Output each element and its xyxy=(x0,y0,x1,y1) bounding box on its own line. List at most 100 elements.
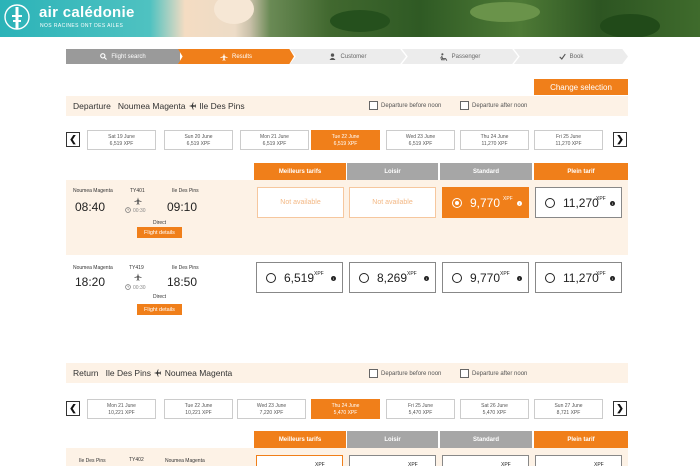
flight-details-button[interactable]: Flight details xyxy=(137,227,182,238)
fare-currency: XPF xyxy=(314,271,324,277)
date-tab-selected[interactable]: Tue 22 June 6,519 XPF xyxy=(311,130,380,150)
date-tab[interactable]: Mon 21 June 10,221 XPF xyxy=(87,399,156,419)
fare-radio[interactable] xyxy=(452,273,462,283)
checkbox[interactable] xyxy=(460,101,469,110)
fare-currency: XPF xyxy=(315,462,325,468)
date-tab-selected[interactable]: Thu 24 June 5,470 XPF xyxy=(311,399,380,419)
fare-currency: XPF xyxy=(500,271,510,277)
info-icon[interactable]: i xyxy=(424,276,429,281)
before-noon-filter[interactable]: Departure before noon xyxy=(369,369,441,378)
date-tab[interactable]: Wed 23 June 7,220 XPF xyxy=(237,399,306,419)
date-day: Tue 22 June xyxy=(184,403,213,409)
date-day: Fri 25 June xyxy=(555,134,581,140)
step-flight-search[interactable]: Flight search xyxy=(66,49,180,64)
step-book[interactable]: Book xyxy=(514,49,628,64)
departure-time: 08:40 xyxy=(75,200,106,214)
date-tab[interactable]: Fri 25 June 5,470 XPF xyxy=(386,399,455,419)
date-day: Sat 26 June xyxy=(481,403,508,409)
date-price: 5,470 XPF xyxy=(333,410,358,416)
flight-details-button[interactable]: Flight details xyxy=(137,304,182,315)
fare-radio[interactable] xyxy=(545,273,555,283)
before-noon-filter[interactable]: Departure before noon xyxy=(369,101,441,110)
date-tab[interactable]: Thu 24 June 11,270 XPF xyxy=(460,130,529,150)
info-icon[interactable]: i xyxy=(610,276,615,281)
departure-title: Departure Noumea Magenta Ile Des Pins xyxy=(73,101,245,111)
change-selection-button[interactable]: Change selection xyxy=(534,79,628,95)
fare-currency: XPF xyxy=(594,462,604,468)
date-tab[interactable]: Sat 26 June 5,470 XPF xyxy=(460,399,529,419)
flight-number: TY419 xyxy=(129,265,144,271)
checkbox[interactable] xyxy=(369,369,378,378)
fare-radio[interactable] xyxy=(545,198,555,208)
banner-foliage xyxy=(470,2,540,22)
prev-dates-button[interactable]: ❮ xyxy=(66,132,80,147)
origin-airport: Ile Des Pins xyxy=(79,458,106,464)
step-label: Book xyxy=(569,53,584,60)
clock-icon xyxy=(125,284,131,290)
date-tab[interactable]: Sun 20 June 6,519 XPF xyxy=(164,130,233,150)
fare-currency: XPF xyxy=(407,271,417,277)
fare-option[interactable]: 6,519 XPF i xyxy=(256,262,343,293)
next-dates-button[interactable]: ❯ xyxy=(613,132,627,147)
step-label: Flight search xyxy=(111,53,146,60)
after-noon-filter[interactable]: Departure after noon xyxy=(460,369,527,378)
date-price: 6,519 XPF xyxy=(408,141,433,147)
fare-option-selected[interactable]: 9,770 XPF i xyxy=(442,187,529,218)
fare-option[interactable]: XPF xyxy=(349,455,436,468)
checkbox-label: Departure before noon xyxy=(381,102,442,109)
step-customer[interactable]: Customer xyxy=(290,49,406,64)
date-tab[interactable]: Fri 25 June 11,270 XPF xyxy=(534,130,603,150)
fare-column-header: Standard xyxy=(440,431,532,448)
date-tab[interactable]: Sun 27 June 8,721 XPF xyxy=(534,399,603,419)
date-price: 8,721 XPF xyxy=(556,410,581,416)
return-title: Return Ile Des Pins Noumea Magenta xyxy=(73,368,232,378)
date-tab[interactable]: Mon 21 June 6,519 XPF xyxy=(240,130,309,150)
info-icon[interactable]: i xyxy=(331,276,336,281)
date-tab[interactable]: Sat 19 June 6,519 XPF xyxy=(87,130,156,150)
fare-option[interactable]: 8,269 XPF i xyxy=(349,262,436,293)
date-price: 11,270 XPF xyxy=(555,141,582,147)
chevron-left-icon: ❮ xyxy=(69,134,77,144)
fare-amount: 9,770 xyxy=(470,196,501,210)
info-icon[interactable]: i xyxy=(517,201,522,206)
fare-option[interactable]: 11,270 XPF i xyxy=(535,187,622,218)
fare-currency: XPF xyxy=(501,462,511,468)
logo-text[interactable]: air calédonie xyxy=(39,4,135,21)
next-dates-button[interactable]: ❯ xyxy=(613,401,627,416)
checkbox[interactable] xyxy=(369,101,378,110)
date-price: 10,221 XPF xyxy=(108,410,135,416)
plane-icon xyxy=(154,369,162,377)
fare-column-header: Loisir xyxy=(347,431,438,448)
fare-option[interactable]: 11,270 XPF i xyxy=(535,262,622,293)
departure-header: Departure Noumea Magenta Ile Des Pins De… xyxy=(66,96,628,116)
date-tab[interactable]: Tue 22 June 10,221 XPF xyxy=(164,399,233,419)
flight-duration: 00:30 xyxy=(133,208,146,214)
plane-icon xyxy=(134,273,142,281)
clock-icon xyxy=(125,207,131,213)
fare-option[interactable]: XPF xyxy=(535,455,622,468)
fare-option[interactable]: 9,770 XPF i xyxy=(442,262,529,293)
fare-radio[interactable] xyxy=(266,273,276,283)
date-day: Wed 23 June xyxy=(256,403,287,409)
checkbox[interactable] xyxy=(460,369,469,378)
date-tab[interactable]: Wed 23 June 6,519 XPF xyxy=(386,130,455,150)
after-noon-filter[interactable]: Departure after noon xyxy=(460,101,527,110)
checkbox-label: Departure after noon xyxy=(472,102,528,109)
checkbox-label: Departure before noon xyxy=(381,370,442,377)
fare-option[interactable]: XPF xyxy=(442,455,529,468)
prev-dates-button[interactable]: ❮ xyxy=(66,401,80,416)
fare-radio[interactable] xyxy=(452,198,462,208)
checkbox-label: Departure after noon xyxy=(472,370,528,377)
step-passenger[interactable]: Passenger xyxy=(402,49,518,64)
info-icon[interactable]: i xyxy=(610,201,615,206)
step-results[interactable]: Results xyxy=(178,49,294,64)
fare-column-header: Meilleurs tarifs xyxy=(254,163,346,180)
header-banner: air calédonie NOS RACINES ONT DES AILES xyxy=(0,0,700,37)
logo-icon[interactable] xyxy=(4,3,30,33)
fare-column-header: Loisir xyxy=(347,163,438,180)
fare-option[interactable]: XPF xyxy=(256,455,343,468)
fare-radio[interactable] xyxy=(359,273,369,283)
date-day: Tue 22 June xyxy=(331,134,360,140)
date-day: Mon 21 June xyxy=(260,134,289,140)
info-icon[interactable]: i xyxy=(517,276,522,281)
